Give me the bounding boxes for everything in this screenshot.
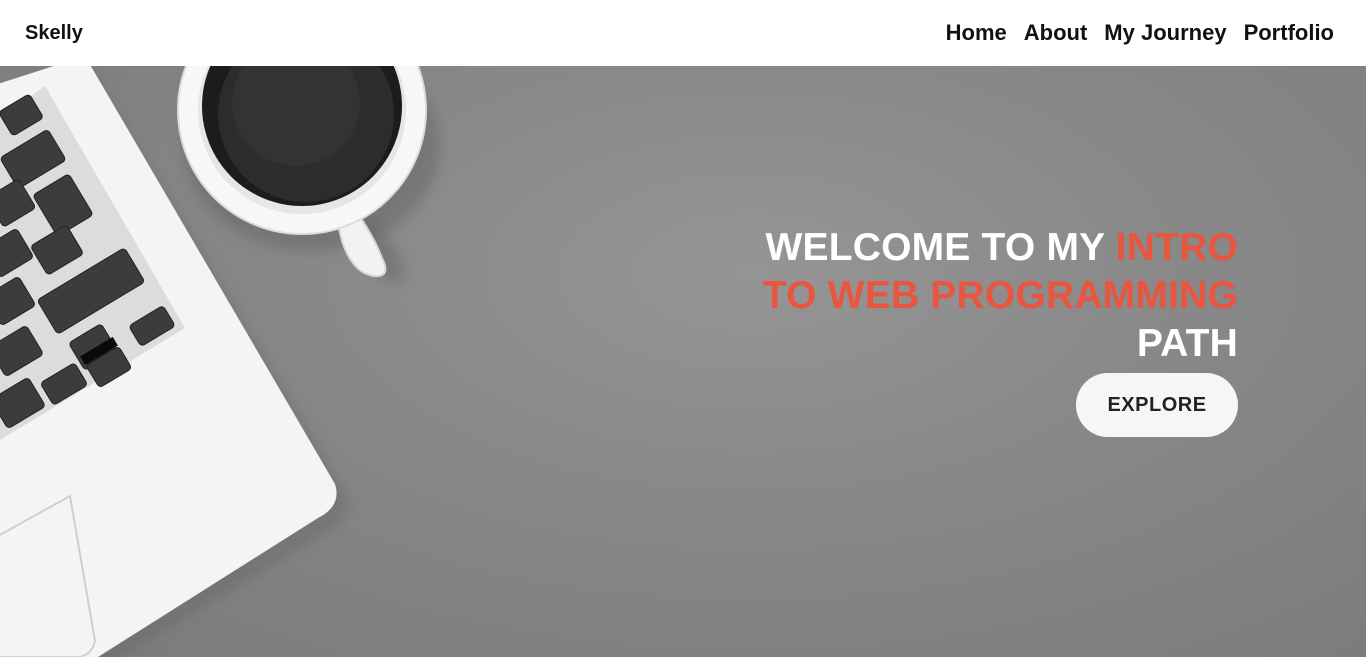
hero-heading: WELCOME TO MY INTRO TO WEB PROGRAMMING P… <box>718 224 1238 368</box>
nav-link-portfolio[interactable]: Portfolio <box>1244 20 1334 46</box>
nav-links: Home About My Journey Portfolio <box>946 20 1334 46</box>
explore-button[interactable]: EXPLORE <box>1076 373 1238 437</box>
brand-logo[interactable]: Skelly <box>25 22 83 45</box>
hero-heading-part1: WELCOME TO MY <box>765 226 1116 269</box>
nav-link-home[interactable]: Home <box>946 20 1007 46</box>
nav-link-my-journey[interactable]: My Journey <box>1104 20 1226 46</box>
hero-heading-part2: PATH <box>1136 322 1238 365</box>
nav-link-about[interactable]: About <box>1024 20 1088 46</box>
hero-section: WELCOME TO MY INTRO TO WEB PROGRAMMING P… <box>0 66 1366 657</box>
coffee-cup-image <box>177 66 440 283</box>
navbar: Skelly Home About My Journey Portfolio <box>0 0 1366 66</box>
